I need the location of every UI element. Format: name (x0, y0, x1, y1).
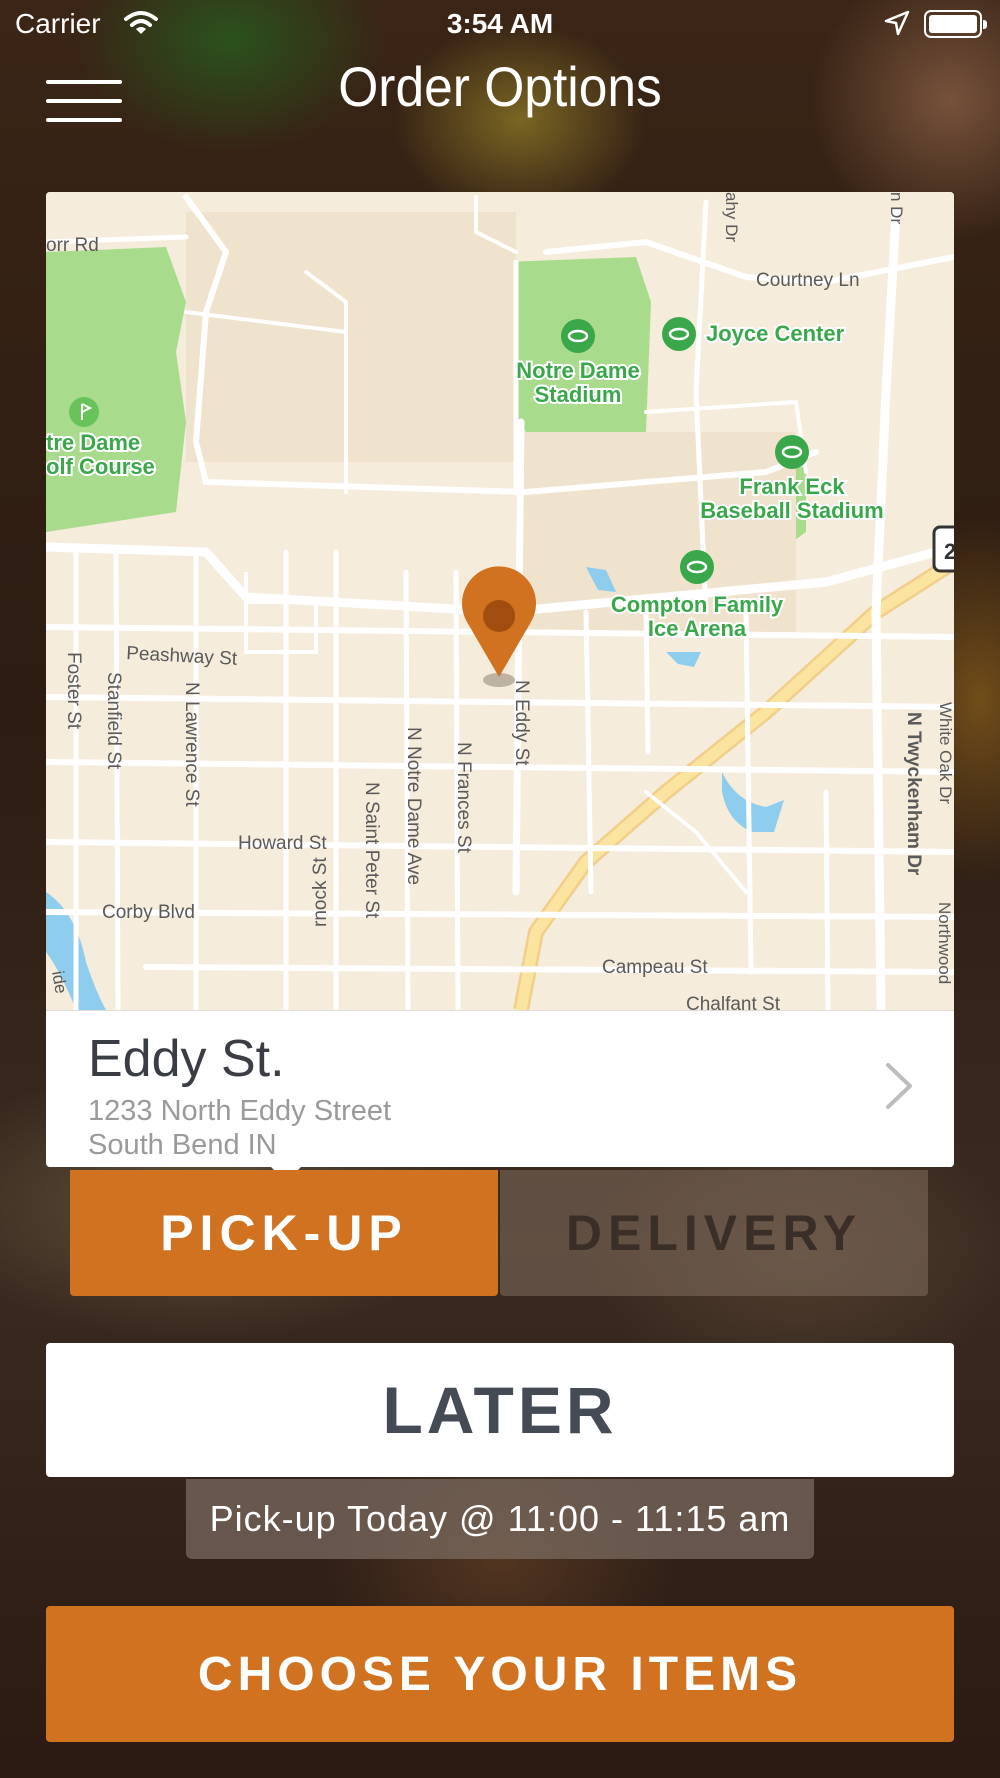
address-line-1: 1233 North Eddy Street (88, 1095, 392, 1127)
tab-delivery[interactable]: DELIVERY (500, 1170, 928, 1296)
pickup-time-selector[interactable]: Pick-up Today @ 11:00 - 11:15 am (186, 1479, 814, 1559)
street-label: Stanfield St (103, 672, 124, 770)
location-row[interactable]: Eddy St. 1233 North Eddy Street South Be… (46, 1010, 954, 1167)
tab-pickup[interactable]: PICK-UP (70, 1170, 498, 1296)
clock: 3:54 AM (446, 8, 554, 39)
stadium-poi-icon (662, 317, 696, 351)
street-label: White Oak Dr (936, 702, 954, 804)
stadium-poi-icon (775, 435, 809, 469)
location-arrow-icon (884, 10, 910, 36)
street-label: Courtney Ln (756, 270, 860, 291)
location-card: orr Rd Courtney Ln Peashway St Foster St… (46, 192, 954, 1167)
street-label: orr Rd (46, 235, 99, 256)
poi-label: Frank Eck (739, 474, 845, 499)
street-label: Chalfant St (686, 994, 781, 1010)
street-label: N Frances St (453, 742, 474, 854)
golf-poi-icon (69, 397, 99, 427)
chevron-right-icon (886, 1063, 912, 1109)
poi-label: Stadium (535, 382, 622, 407)
later-button[interactable]: LATER (46, 1343, 954, 1477)
route-shield-icon: 2 (932, 525, 954, 573)
choose-items-button[interactable]: CHOOSE YOUR ITEMS (46, 1606, 954, 1742)
street-label: N Saint Peter St (361, 782, 382, 919)
street-label: Howard St (238, 833, 327, 854)
street-label: Campeau St (602, 957, 708, 978)
street-label: n Dr (887, 192, 906, 224)
map-view[interactable]: orr Rd Courtney Ln Peashway St Foster St… (46, 192, 954, 1010)
street-label: N Twyckenham Dr (903, 712, 924, 876)
poi-label: Compton Family (611, 592, 784, 617)
stadium-poi-icon (680, 550, 714, 584)
address-line-2: South Bend IN (88, 1129, 277, 1161)
golf-course-park (46, 247, 186, 532)
poi-label: Ice Arena (648, 616, 747, 641)
street-label: Northwood (935, 902, 954, 984)
street-label: ide (48, 969, 71, 995)
poi-label: olf Course (46, 454, 155, 479)
poi-label: tre Dame (46, 430, 140, 455)
street-label: N Lawrence St (181, 682, 202, 807)
poi-label: Notre Dame (516, 358, 639, 383)
stadium-poi-icon (561, 319, 595, 353)
poi-label: Joyce Center (706, 321, 845, 346)
street-label: Foster St (63, 652, 84, 730)
poi-label: Baseball Stadium (700, 498, 883, 523)
street-label: ahy Dr (722, 192, 741, 242)
status-bar: Carrier 3:54 AM (0, 0, 1000, 50)
svg-text:2: 2 (944, 539, 954, 564)
page-title: Order Options (338, 55, 662, 118)
battery-icon (924, 10, 987, 38)
location-name: Eddy St. (88, 1030, 285, 1088)
street-label: N Notre Dame Ave (403, 727, 424, 885)
street-label: Corby Blvd (102, 902, 195, 923)
street-label: rnock St (310, 857, 331, 927)
street-label: N Eddy St (511, 680, 532, 766)
